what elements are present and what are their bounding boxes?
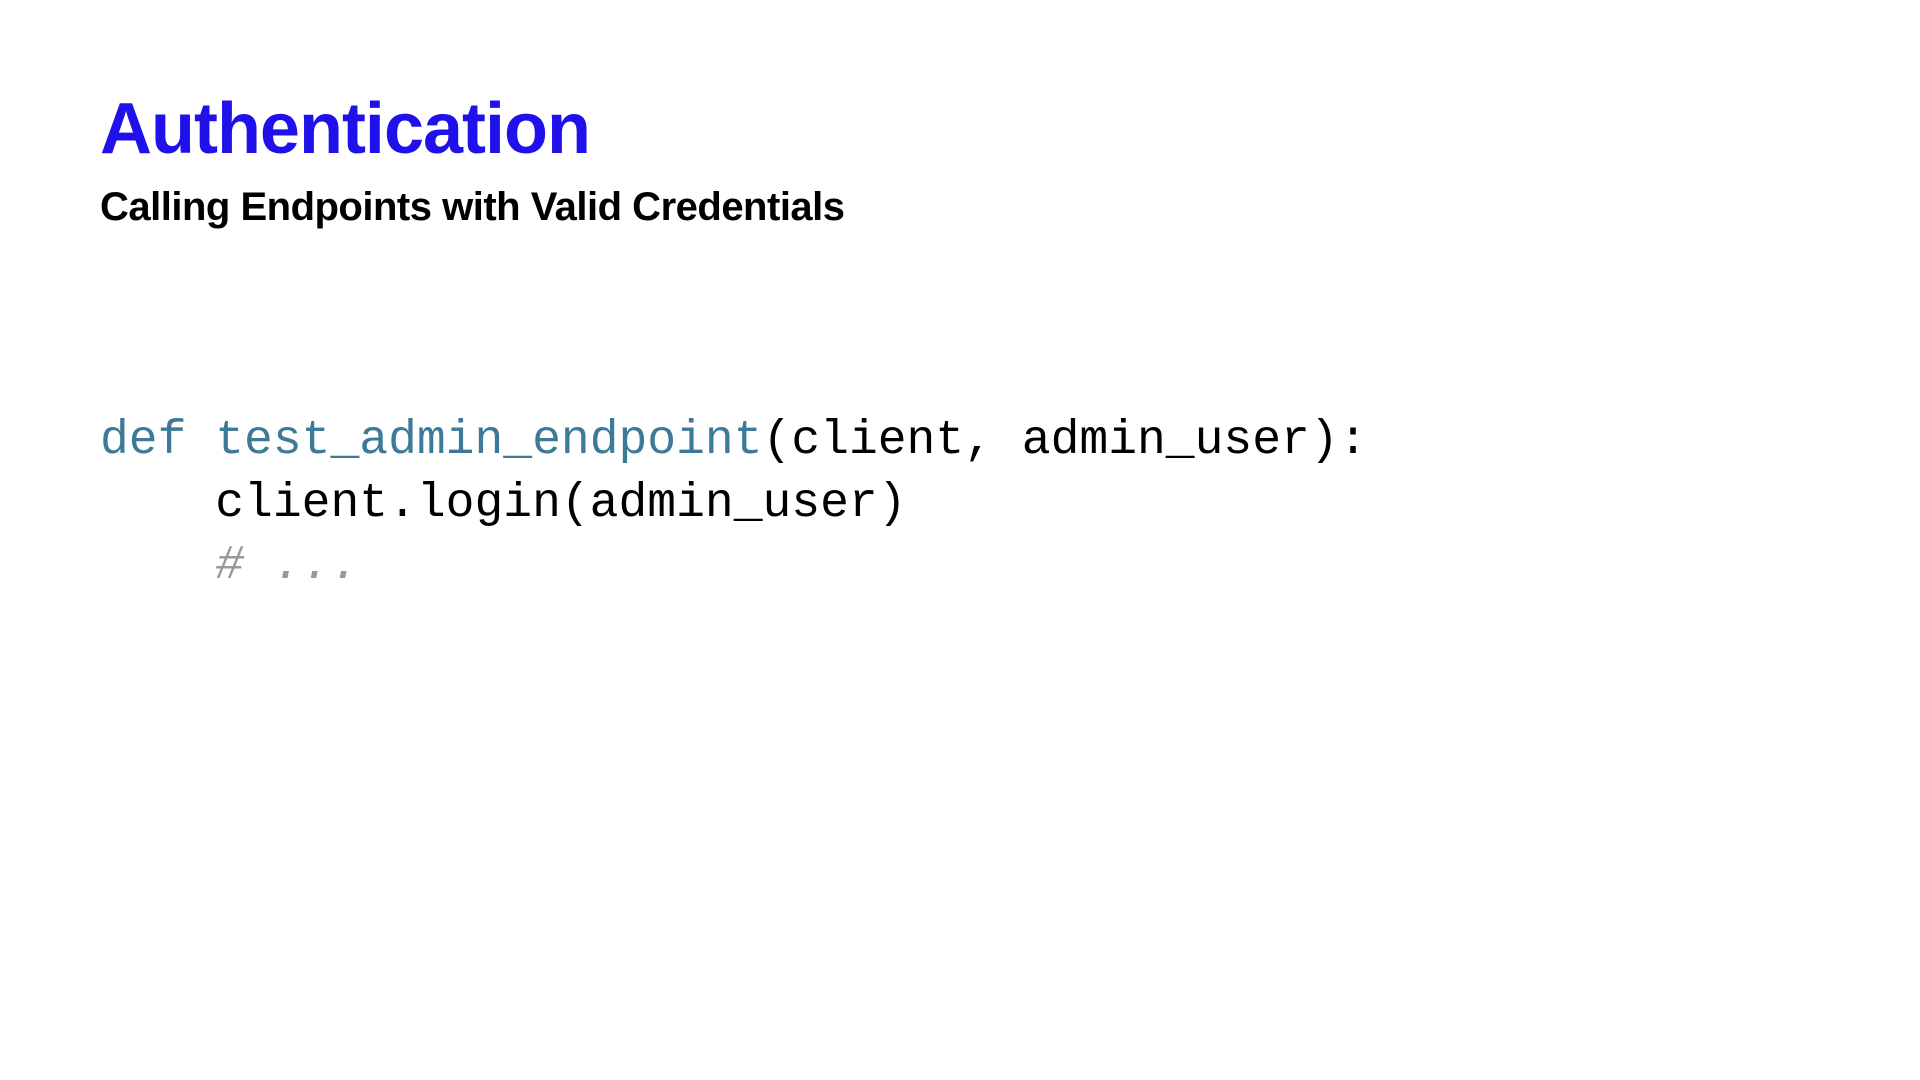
code-comment: # ... <box>215 539 359 593</box>
code-params: (client, admin_user): <box>763 414 1368 468</box>
code-indent <box>100 539 215 593</box>
code-space <box>186 414 215 468</box>
slide-title: Authentication <box>100 90 1820 169</box>
code-line-body: client.login(admin_user) <box>215 477 906 531</box>
code-indent <box>100 477 215 531</box>
code-function-name: test_admin_endpoint <box>215 414 762 468</box>
code-block: def test_admin_endpoint(client, admin_us… <box>100 410 1820 597</box>
slide-subtitle: Calling Endpoints with Valid Credentials <box>100 185 1820 230</box>
code-keyword-def: def <box>100 414 186 468</box>
